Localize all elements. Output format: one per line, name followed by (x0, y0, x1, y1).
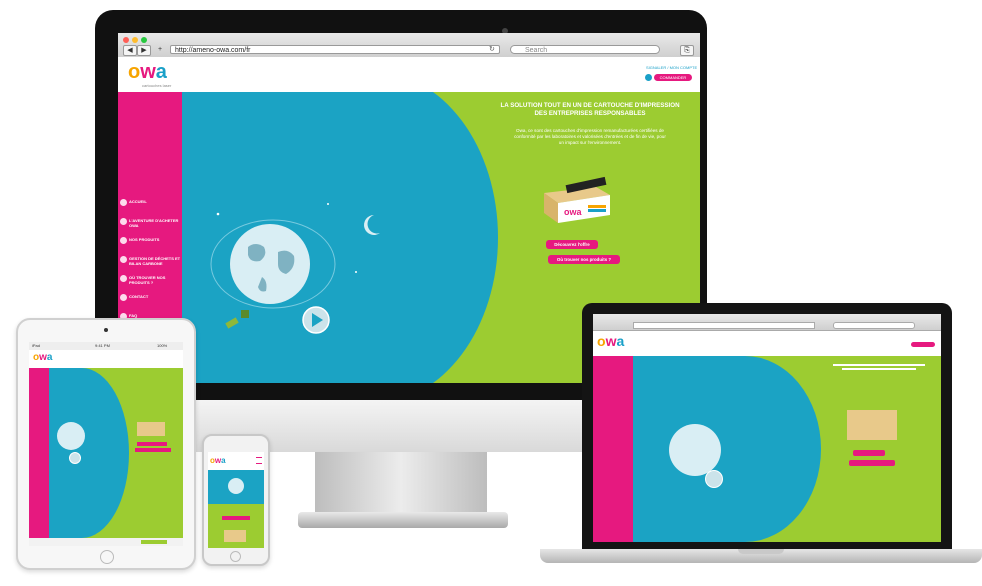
laptop-globe-icon (669, 424, 721, 476)
browser-toolbar: ◀ ▶ + http://ameno-owa.com/fr ↻ ⌕ Search… (118, 33, 700, 58)
header-order-button[interactable]: COMMANDER (654, 74, 692, 81)
side-menu-item-ou-trouver[interactable]: OÙ TROUVER NOS PRODUITS ? (120, 274, 180, 290)
imac-stand-foot (298, 512, 508, 528)
ipad-cta-primary[interactable] (137, 442, 167, 446)
laptop-side-nav (593, 356, 633, 542)
logo-letter-w: w (140, 61, 156, 83)
logo-letter-a: a (221, 456, 226, 465)
laptop-screen: owa (593, 314, 941, 542)
iphone-owa-logo[interactable]: owa (210, 456, 226, 465)
side-menu-item-aventure[interactable]: L'AVENTURE D'ACHETER OWA (120, 217, 180, 233)
ipad-camera (104, 328, 108, 332)
forward-icon[interactable]: ▶ (137, 45, 151, 56)
ipad-play-icon[interactable] (69, 452, 81, 464)
logo-letter-a: a (616, 333, 625, 349)
discover-offer-button[interactable]: Découvrez l'offre (546, 240, 598, 249)
laptop-browser-toolbar (593, 314, 941, 331)
laptop-cta-secondary[interactable] (849, 460, 895, 466)
laptop-hero-title-lines (833, 364, 925, 374)
hero-description: Owa, ce sont des cartouches d'impression… (514, 128, 666, 145)
side-menu-label: GESTION DE DÉCHETS ET BILAN CARBONE (129, 256, 181, 266)
side-menu-label: ACCUEIL (129, 199, 147, 204)
menu-icon[interactable] (256, 457, 262, 464)
satellite-icon (225, 310, 249, 329)
laptop-play-icon[interactable] (705, 470, 723, 488)
logo-letter-w: w (605, 333, 617, 349)
iphone-globe-icon (228, 478, 244, 494)
moon-icon (364, 215, 380, 235)
ipad-screen: iPad 9:41 PM 100% owa (29, 342, 183, 546)
back-icon[interactable]: ◀ (123, 45, 137, 56)
globe-icon (230, 224, 310, 304)
iphone-screen: owa (208, 452, 264, 548)
side-menu-label: NOS PRODUITS (129, 237, 160, 242)
ipad-status-bar: iPad 9:41 PM 100% (29, 342, 183, 350)
logo-letter-a: a (155, 61, 167, 83)
globe-illustration (210, 203, 380, 334)
logo-tagline: cartouches laser (142, 83, 172, 88)
side-menu-item-accueil[interactable]: ACCUEIL (120, 198, 180, 214)
laptop-product-box (847, 410, 897, 440)
ipad-battery: 100% (157, 343, 168, 348)
owa-logo[interactable]: owa (128, 61, 167, 83)
laptop-notch (738, 549, 784, 554)
minimize-window-button[interactable] (132, 37, 138, 43)
close-window-button[interactable] (123, 37, 129, 43)
side-menu-item-produits[interactable]: NOS PRODUITS (120, 236, 180, 252)
add-tab-icon[interactable]: + (154, 45, 166, 54)
ipad-owa-logo[interactable]: owa (33, 352, 52, 363)
reload-icon[interactable]: ↻ (489, 45, 495, 54)
logo-letter-o: o (597, 333, 606, 349)
ipad-carrier: iPad (32, 343, 41, 348)
find-products-button[interactable]: Où trouver nos produits ? (548, 255, 620, 264)
logo-letter-a: a (46, 352, 53, 363)
site-header: owa cartouches laser SIGNALER / MON COMP… (118, 57, 700, 92)
header-links[interactable]: SIGNALER / MON COMPTE (646, 65, 697, 70)
svg-text:owa: owa (564, 207, 582, 217)
mail-icon (120, 294, 127, 301)
iphone-cta-button[interactable] (222, 516, 250, 520)
ipad-time: 9:41 PM (95, 343, 110, 348)
laptop-owa-logo[interactable]: owa (597, 333, 624, 349)
side-menu-label: CONTACT (129, 294, 149, 299)
zoom-window-button[interactable] (141, 37, 147, 43)
recycle-icon (120, 256, 127, 263)
logo-letter-o: o (128, 61, 141, 83)
hero-title: LA SOLUTION TOUT EN UN DE CARTOUCHE D'IM… (500, 102, 680, 117)
imac-stand-neck (315, 452, 487, 514)
browser-search-input[interactable]: Search (510, 45, 660, 54)
ipad-product-box (137, 422, 165, 436)
home-icon (120, 199, 127, 206)
iphone-product-box (224, 530, 246, 542)
product-box-image: owa (544, 176, 610, 223)
laptop-cta-primary[interactable] (853, 450, 885, 456)
side-menu-item-contact[interactable]: CONTACT (120, 293, 180, 309)
side-menu-label: L'AVENTURE D'ACHETER OWA (129, 218, 179, 228)
ipad-home-button[interactable] (100, 550, 114, 564)
laptop-header-button[interactable] (911, 342, 935, 347)
share-icon[interactable]: ⎘ (680, 45, 694, 56)
account-icon[interactable] (645, 74, 652, 81)
ipad-footer-button[interactable] (141, 540, 167, 544)
ipad-globe-icon (57, 422, 85, 450)
address-bar[interactable]: http://ameno-owa.com/fr (170, 45, 500, 54)
ipad-cta-secondary[interactable] (135, 448, 171, 452)
product-icon (120, 237, 127, 244)
laptop-address-bar[interactable] (633, 322, 815, 329)
laptop-search-input[interactable] (833, 322, 915, 329)
ipad-side-nav (29, 368, 49, 538)
iphone-home-button[interactable] (230, 551, 241, 562)
side-menu-label: OÙ TROUVER NOS PRODUITS ? (129, 275, 166, 285)
side-menu-item-dechets[interactable]: GESTION DE DÉCHETS ET BILAN CARBONE (120, 255, 180, 271)
devices-mockup: ◀ ▶ + http://ameno-owa.com/fr ↻ ⌕ Search… (0, 0, 982, 586)
location-icon (120, 275, 127, 282)
logo-letter-w: w (39, 352, 47, 363)
cart-icon (120, 218, 127, 225)
